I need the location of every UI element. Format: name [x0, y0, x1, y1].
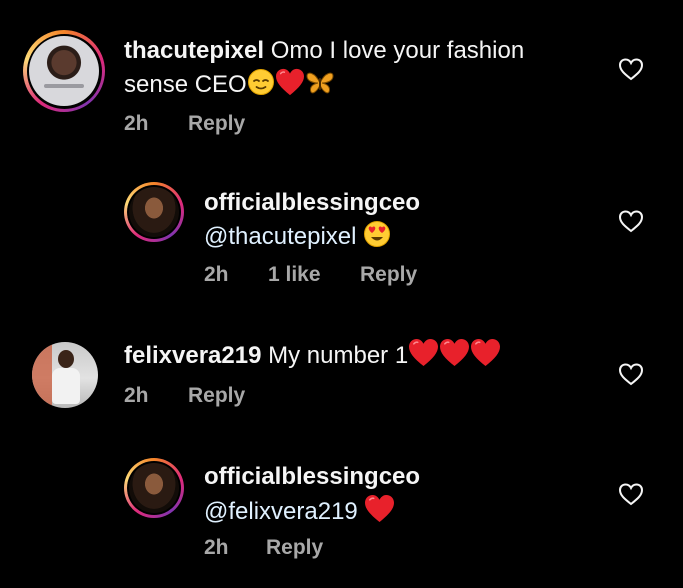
username[interactable]: officialblessingceo: [204, 189, 420, 216]
comment-body: My number 1: [268, 342, 409, 369]
butterfly-emoji: [306, 72, 334, 94]
avatar-thacutepixel[interactable]: [23, 30, 105, 112]
red-heart-emoji: [470, 338, 501, 367]
relieved-face-emoji: [247, 69, 274, 95]
username[interactable]: felixvera219: [124, 342, 261, 369]
like-heart-icon[interactable]: [618, 209, 644, 233]
like-heart-icon[interactable]: [618, 482, 644, 506]
reply-officialblessingceo-2: officialblessingceo @felixvera219 2h Rep…: [0, 428, 683, 578]
red-heart-emoji: [408, 338, 439, 367]
like-count[interactable]: 1 like: [268, 263, 321, 287]
comment-felixvera219: felixvera219 My number 1 2h Reply: [0, 320, 683, 430]
comment-meta: 2h Reply: [204, 536, 504, 562]
comment-text: officialblessingceo @thacutepixel: [204, 186, 604, 254]
avatar-felixvera219[interactable]: [32, 342, 98, 408]
reply-button[interactable]: Reply: [360, 263, 417, 287]
comment-text: officialblessingceo @felixvera219: [204, 460, 604, 529]
reply-button[interactable]: Reply: [266, 536, 323, 560]
avatar-officialblessingceo[interactable]: [124, 458, 184, 518]
avatar-officialblessingceo[interactable]: [124, 182, 184, 242]
like-heart-icon[interactable]: [618, 362, 644, 386]
reply-officialblessingceo-1: officialblessingceo @thacutepixel 2h 1 l…: [0, 150, 683, 290]
red-heart-emoji: [364, 494, 395, 523]
comment-text: felixvera219 My number 1: [124, 338, 594, 373]
comment-body-line2: sense CEO: [124, 71, 247, 98]
timestamp: 2h: [204, 536, 229, 559]
heart-eyes-face-emoji: [364, 221, 391, 247]
username[interactable]: thacutepixel: [124, 37, 264, 64]
comment-thacutepixel: thacutepixel Omo I love your fashion sen…: [0, 0, 683, 150]
timestamp: 2h: [204, 263, 229, 286]
reply-button[interactable]: Reply: [188, 112, 245, 136]
comment-meta: 2h Reply: [124, 112, 424, 138]
username[interactable]: officialblessingceo: [204, 463, 420, 490]
mention-link[interactable]: @thacutepixel: [204, 223, 356, 250]
like-heart-icon[interactable]: [618, 57, 644, 81]
comment-text: thacutepixel Omo I love your fashion sen…: [124, 34, 594, 102]
mention-link[interactable]: @felixvera219: [204, 498, 358, 525]
timestamp: 2h: [124, 384, 149, 407]
comment-meta: 2h 1 like Reply: [204, 263, 504, 289]
red-heart-emoji: [275, 68, 305, 96]
reply-button[interactable]: Reply: [188, 384, 245, 408]
comment-body: Omo I love your fashion: [270, 37, 525, 64]
timestamp: 2h: [124, 112, 149, 135]
comment-meta: 2h Reply: [124, 384, 424, 410]
red-heart-emoji: [439, 338, 470, 367]
